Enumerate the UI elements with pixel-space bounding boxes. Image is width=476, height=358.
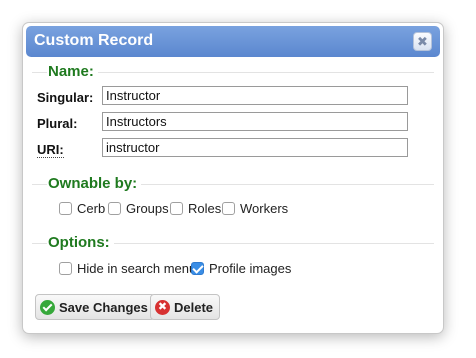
options-section-header: Options: [32, 234, 434, 252]
plural-input[interactable] [102, 112, 408, 131]
ownable-section-header: Ownable by: [32, 175, 434, 193]
workers-label: Workers [240, 201, 289, 216]
ownable-option-cerb[interactable]: Cerb [59, 201, 105, 216]
hide-in-search-checkbox[interactable] [59, 262, 72, 275]
delete-label: Delete [174, 299, 214, 315]
groups-checkbox[interactable] [108, 202, 121, 215]
options-section-heading: Options: [47, 234, 114, 251]
ownable-option-workers[interactable]: Workers [222, 201, 288, 216]
roles-label: Roles [188, 201, 222, 216]
singular-input[interactable] [102, 86, 408, 105]
save-changes-label: Save Changes [59, 299, 148, 315]
cerb-label: Cerb [77, 201, 106, 216]
plural-label: Plural: [37, 116, 78, 131]
profile-images-checkbox[interactable] [191, 262, 204, 275]
cerb-checkbox[interactable] [59, 202, 72, 215]
name-section-heading: Name: [47, 63, 98, 80]
delete-button[interactable]: ✖ Delete [150, 294, 221, 320]
dialog-title: Custom Record [34, 32, 154, 49]
profile-images-label: Profile images [209, 261, 292, 276]
dialog-titlebar[interactable]: Custom Record ✖ [26, 26, 440, 57]
check-circle-icon [40, 299, 55, 315]
groups-label: Groups [126, 201, 169, 216]
custom-record-dialog: Custom Record ✖ Name: Singular: Plural: … [22, 22, 444, 334]
singular-label: Singular: [37, 90, 94, 105]
save-changes-button[interactable]: Save Changes [35, 294, 155, 320]
hide-in-search-label: Hide in search menu [77, 261, 197, 276]
workers-checkbox[interactable] [222, 202, 235, 215]
ownable-option-groups[interactable]: Groups [108, 201, 169, 216]
option-hide-in-search-menu[interactable]: Hide in search menu [59, 261, 196, 276]
name-section-header: Name: [32, 63, 434, 81]
roles-checkbox[interactable] [170, 202, 183, 215]
ownable-option-roles[interactable]: Roles [170, 201, 221, 216]
ownable-section-heading: Ownable by: [47, 175, 142, 192]
close-icon[interactable]: ✖ [413, 32, 432, 51]
delete-circle-icon: ✖ [155, 299, 170, 315]
uri-label: URI: [37, 142, 64, 158]
uri-input[interactable] [102, 138, 408, 157]
option-profile-images[interactable]: Profile images [191, 261, 291, 276]
